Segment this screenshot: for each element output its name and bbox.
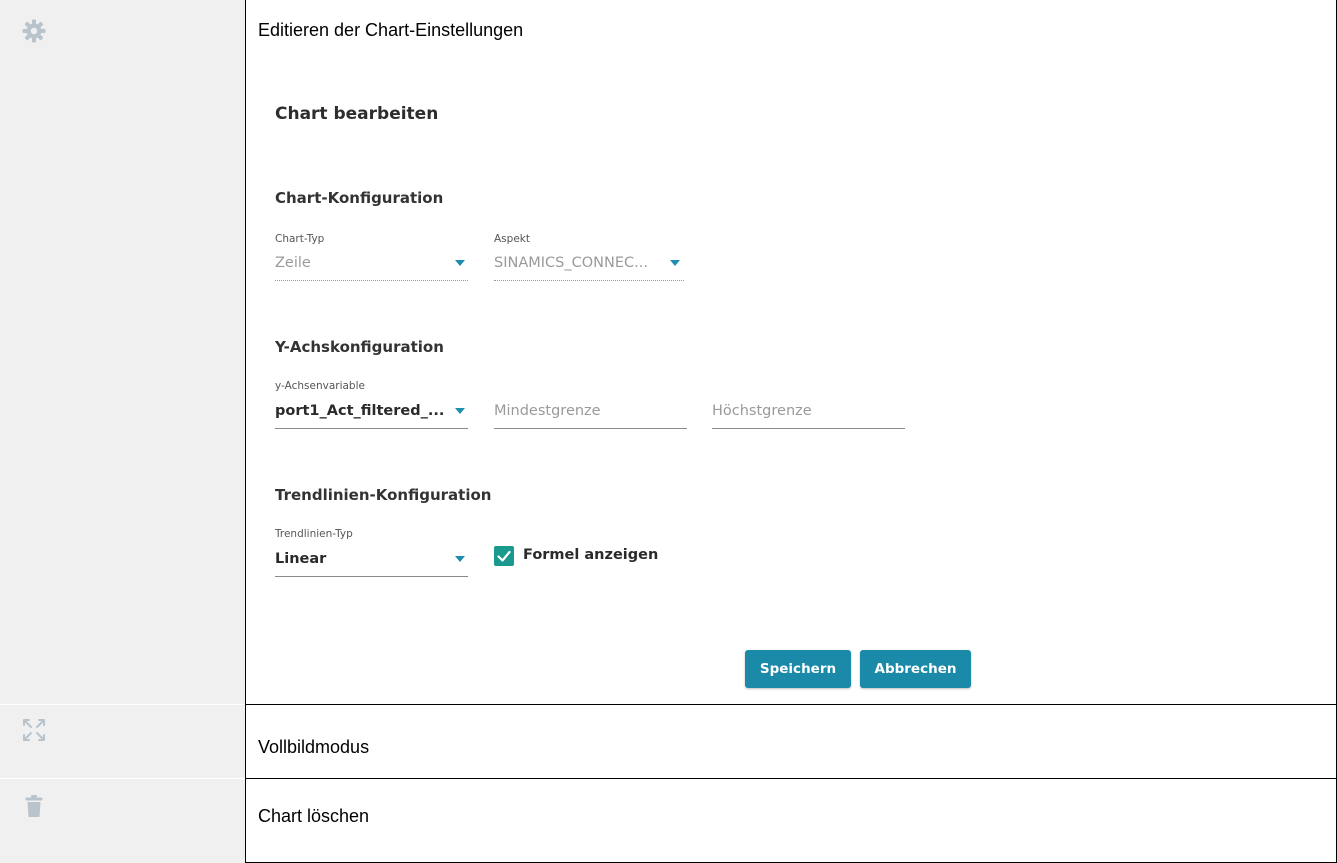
- gear-icon: [22, 19, 46, 43]
- trendline-type-label: Trendlinien-Typ: [275, 528, 353, 540]
- chevron-down-icon: [670, 260, 680, 266]
- min-limit-placeholder: Mindestgrenze: [494, 403, 601, 419]
- aspect-label: Aspekt: [494, 233, 530, 245]
- section-title-y-axis-config: Y-Achskonfiguration: [275, 338, 444, 356]
- section-title-chart-config: Chart-Konfiguration: [275, 189, 444, 207]
- chevron-down-icon: [455, 556, 465, 562]
- row-description-fullscreen: Vollbildmodus: [258, 737, 370, 757]
- icon-description-table: Editieren der Chart-Einstellungen Vollbi…: [0, 0, 1337, 863]
- chart-type-label: Chart-Typ: [275, 233, 325, 245]
- aspect-value: SINAMICS_CONNEC...: [494, 255, 648, 271]
- icon-cell-delete: [0, 779, 245, 863]
- fullscreen-icon: [23, 719, 45, 741]
- row-description-settings: Editieren der Chart-Einstellungen: [258, 20, 524, 40]
- trendline-type-value: Linear: [275, 551, 327, 567]
- chart-type-value: Zeile: [275, 255, 311, 271]
- trash-icon: [25, 795, 43, 817]
- chevron-down-icon: [455, 260, 465, 266]
- y-axis-variable-label: y-Achsenvariable: [275, 380, 365, 392]
- row-description-delete: Chart löschen: [258, 806, 370, 826]
- chevron-down-icon: [455, 408, 465, 414]
- show-formula-label: Formel anzeigen: [523, 547, 659, 563]
- section-title-trendline-config: Trendlinien-Konfiguration: [275, 486, 492, 504]
- checkmark-icon: [497, 550, 511, 562]
- cancel-button[interactable]: Abbrechen: [860, 650, 971, 688]
- icon-cell-settings: [0, 0, 245, 704]
- max-limit-placeholder: Höchstgrenze: [712, 403, 812, 419]
- checkbox-checked-icon[interactable]: [494, 546, 514, 566]
- dialog-title: Chart bearbeiten: [275, 104, 439, 124]
- y-axis-variable-value: port1_Act_filtered_...: [275, 403, 445, 419]
- save-button[interactable]: Speichern: [745, 650, 851, 688]
